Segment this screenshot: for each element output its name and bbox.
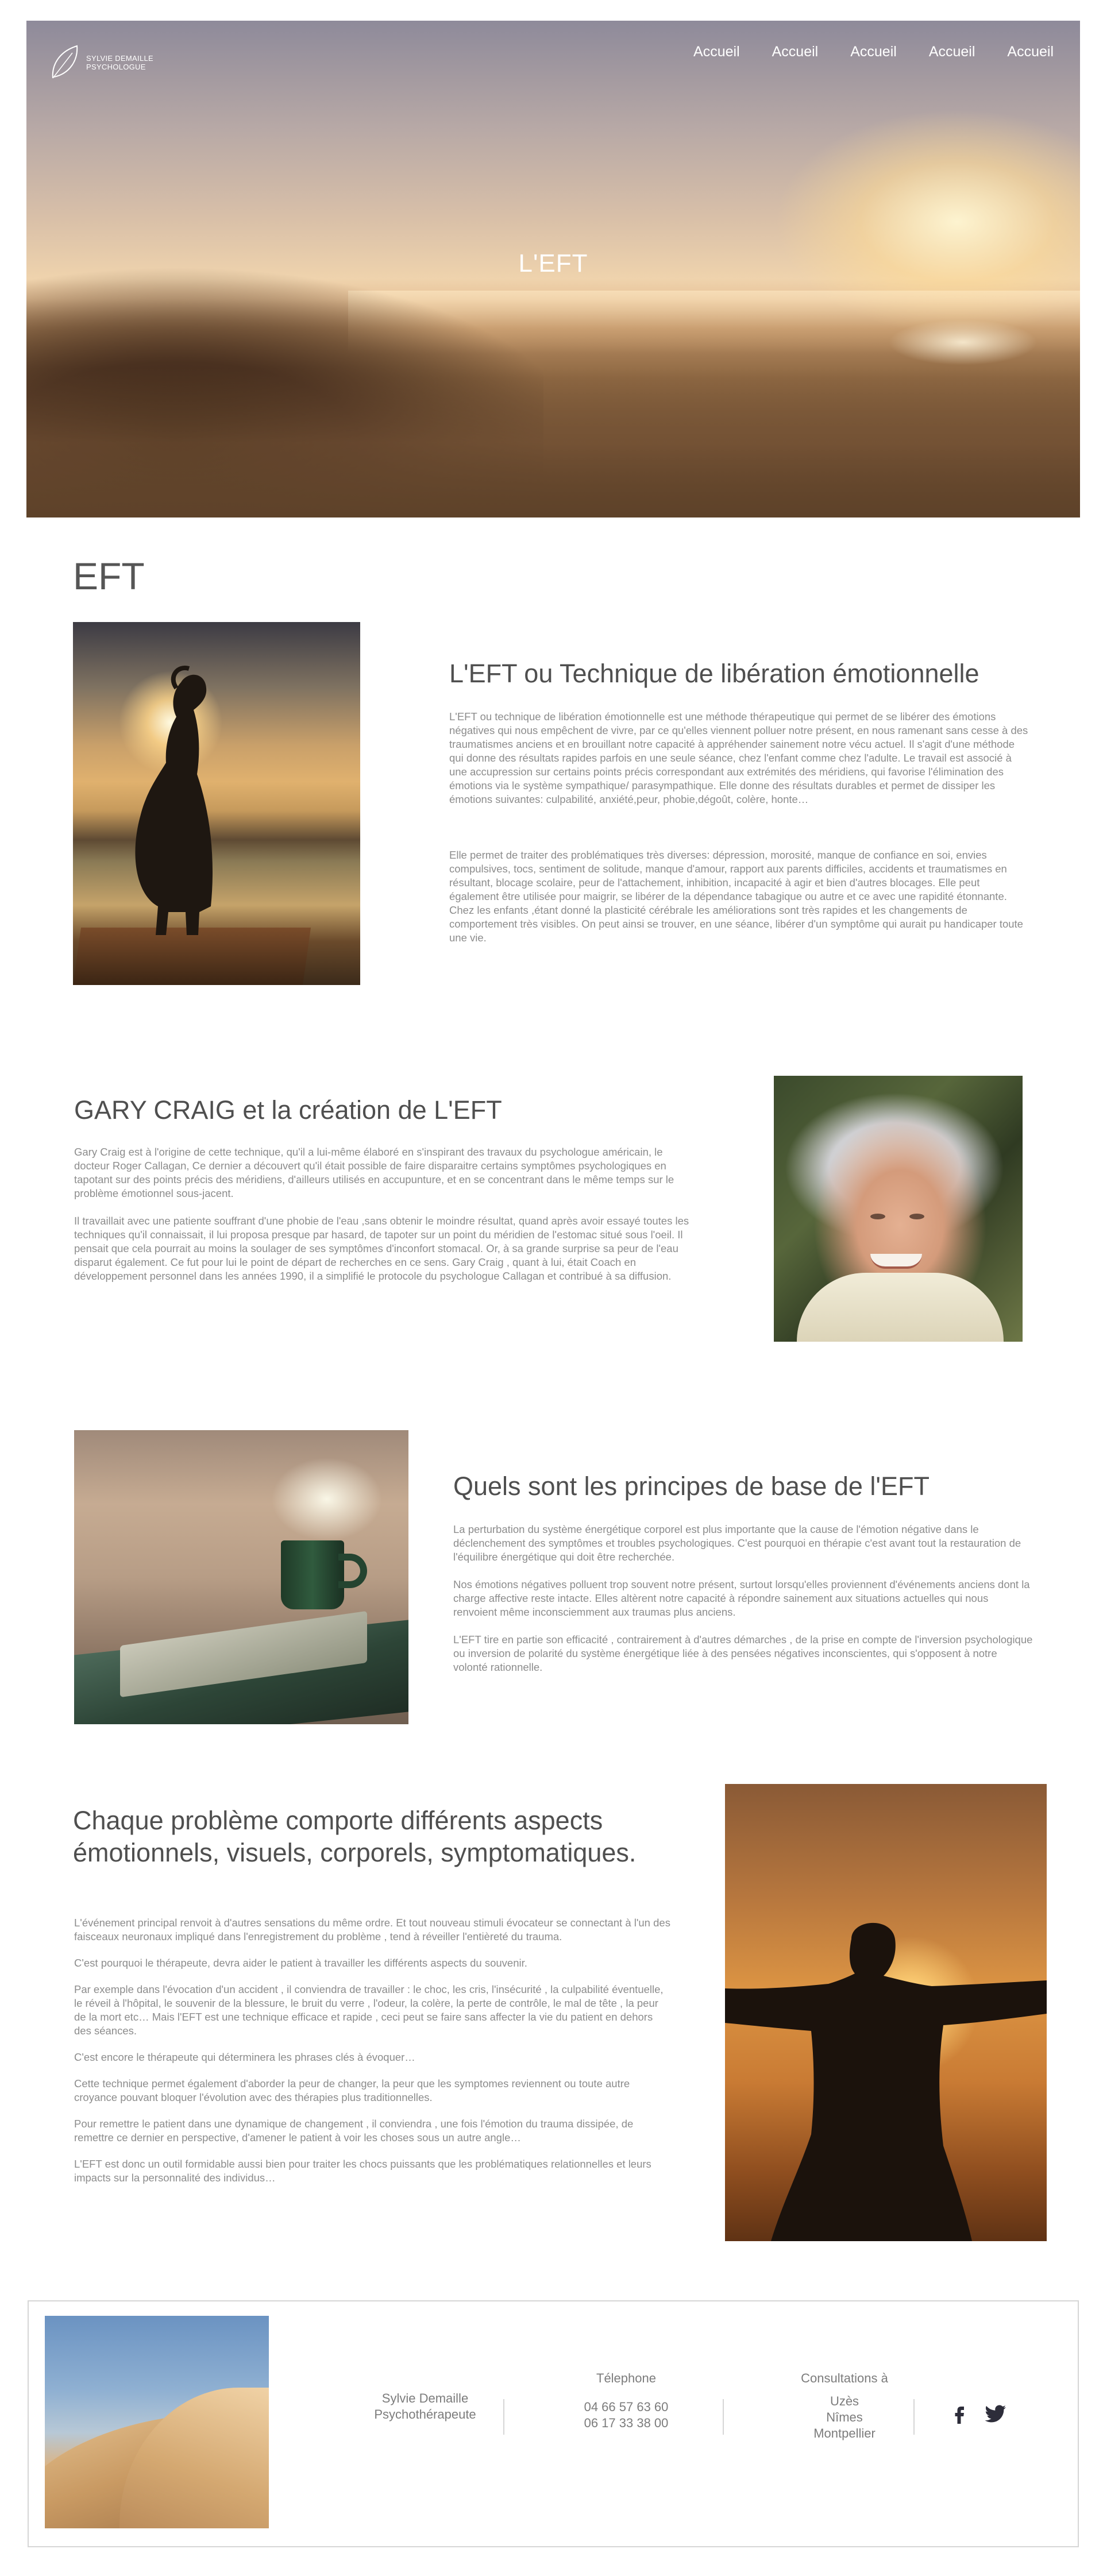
logo-text: SYLVIE DEMAILLE PSYCHOLOGUE xyxy=(86,54,153,71)
page-title: EFT xyxy=(73,555,145,597)
section2-paragraph-2: Il travaillait avec une patiente souffra… xyxy=(74,1215,689,1282)
footer-phone: Télephone 04 66 57 63 60 06 17 33 38 00 xyxy=(546,2370,707,2431)
section4-paragraph: Cette technique permet également d'abord… xyxy=(74,2077,630,2103)
city-nimes: Nîmes xyxy=(826,2410,863,2424)
city-uzes: Uzès xyxy=(830,2394,859,2408)
footer-divider-1 xyxy=(503,2399,504,2435)
hero-title: L'EFT xyxy=(518,249,588,277)
footer: Sylvie Demaille Psychothérapeute Télepho… xyxy=(28,2300,1079,2547)
hero-beach xyxy=(26,368,1080,517)
section4-paragraph: C'est pourquoi le thérapeute, devra aide… xyxy=(74,1957,527,1969)
mug-handle xyxy=(338,1554,367,1588)
site-logo[interactable]: SYLVIE DEMAILLE PSYCHOLOGUE xyxy=(48,44,153,82)
woman-silhouette-photo xyxy=(73,622,360,985)
consultations-label: Consultations à xyxy=(801,2371,888,2385)
section4-paragraph: L'EFT est donc un outil formidable aussi… xyxy=(74,2158,651,2184)
section3-title: Quels sont les principes de base de l'EF… xyxy=(453,1472,930,1501)
section3-paragraph-1: La perturbation du système énergétique c… xyxy=(453,1523,1021,1563)
section4-title: Chaque problème comporte différents aspe… xyxy=(73,1806,637,1867)
eye-left xyxy=(870,1214,885,1219)
city-montpellier: Montpellier xyxy=(813,2426,876,2440)
smile xyxy=(870,1254,922,1269)
nav-item-2[interactable]: Accueil xyxy=(772,44,819,60)
mug-and-book-photo xyxy=(74,1430,408,1724)
eye-right xyxy=(909,1214,924,1219)
section3-paragraph-3: L'EFT tire en partie son efficacité , co… xyxy=(453,1633,1033,1673)
woman-silhouette xyxy=(135,665,213,935)
footer-name: Sylvie Demaille xyxy=(381,2391,469,2405)
footer-divider-3 xyxy=(913,2399,915,2435)
footer-locations: Consultations à Uzès Nîmes Montpellier xyxy=(758,2370,931,2442)
section4-body: L'événement principal renvoit à d'autres… xyxy=(74,1916,672,2185)
leaf-logo-icon xyxy=(52,45,78,79)
phone-label: Télephone xyxy=(596,2371,656,2385)
facebook-icon[interactable] xyxy=(948,2402,971,2425)
section4-paragraph: Par exemple dans l'évocation d'un accide… xyxy=(74,1983,664,2037)
hero-banner: SYLVIE DEMAILLE PSYCHOLOGUE Accueil Accu… xyxy=(26,21,1080,517)
hero-sun-glare xyxy=(888,319,1038,365)
section2-title: GARY CRAIG et la création de L'EFT xyxy=(74,1095,502,1125)
nav-item-3[interactable]: Accueil xyxy=(850,44,897,60)
man-silhouette xyxy=(725,1922,1047,2241)
pier-deck xyxy=(73,928,311,985)
logo-line1: SYLVIE DEMAILLE xyxy=(86,54,153,63)
mug xyxy=(281,1540,344,1609)
section3-paragraph-2: Nos émotions négatives polluent trop sou… xyxy=(453,1578,1030,1618)
logo-line2: PSYCHOLOGUE xyxy=(86,63,146,71)
nav-item-1[interactable]: Accueil xyxy=(693,44,740,60)
section2-paragraph-1: Gary Craig est à l'origine de cette tech… xyxy=(74,1146,674,1199)
section1-title: L'EFT ou Technique de libération émotion… xyxy=(449,659,979,688)
desert-dune-photo xyxy=(45,2316,269,2528)
section1-paragraph-2: Elle permet de traiter des problématique… xyxy=(449,849,1023,944)
main-nav: Accueil Accueil Accueil Accueil Accueil xyxy=(693,44,1054,60)
man-arms-open-photo xyxy=(725,1784,1047,2241)
section4-paragraph: Pour remettre le patient dans une dynami… xyxy=(74,2118,634,2144)
dune-front xyxy=(119,2388,269,2528)
footer-identity: Sylvie Demaille Psychothérapeute xyxy=(339,2390,511,2423)
gary-craig-photo xyxy=(774,1076,1023,1342)
twitter-icon[interactable] xyxy=(982,2402,1009,2425)
phone-number-1[interactable]: 04 66 57 63 60 xyxy=(546,2399,707,2415)
shirt xyxy=(797,1273,1004,1342)
nav-item-4[interactable]: Accueil xyxy=(929,44,975,60)
section4-paragraph: C'est encore le thérapeute qui détermine… xyxy=(74,2051,415,2063)
phone-number-2[interactable]: 06 17 33 38 00 xyxy=(546,2415,707,2431)
nav-item-5[interactable]: Accueil xyxy=(1007,44,1054,60)
section4-paragraph: L'événement principal renvoit à d'autres… xyxy=(74,1917,670,1942)
footer-role: Psychothérapeute xyxy=(374,2407,476,2421)
section1-paragraph-1: L'EFT ou technique de libération émotion… xyxy=(449,710,1028,805)
footer-divider-2 xyxy=(723,2399,724,2435)
